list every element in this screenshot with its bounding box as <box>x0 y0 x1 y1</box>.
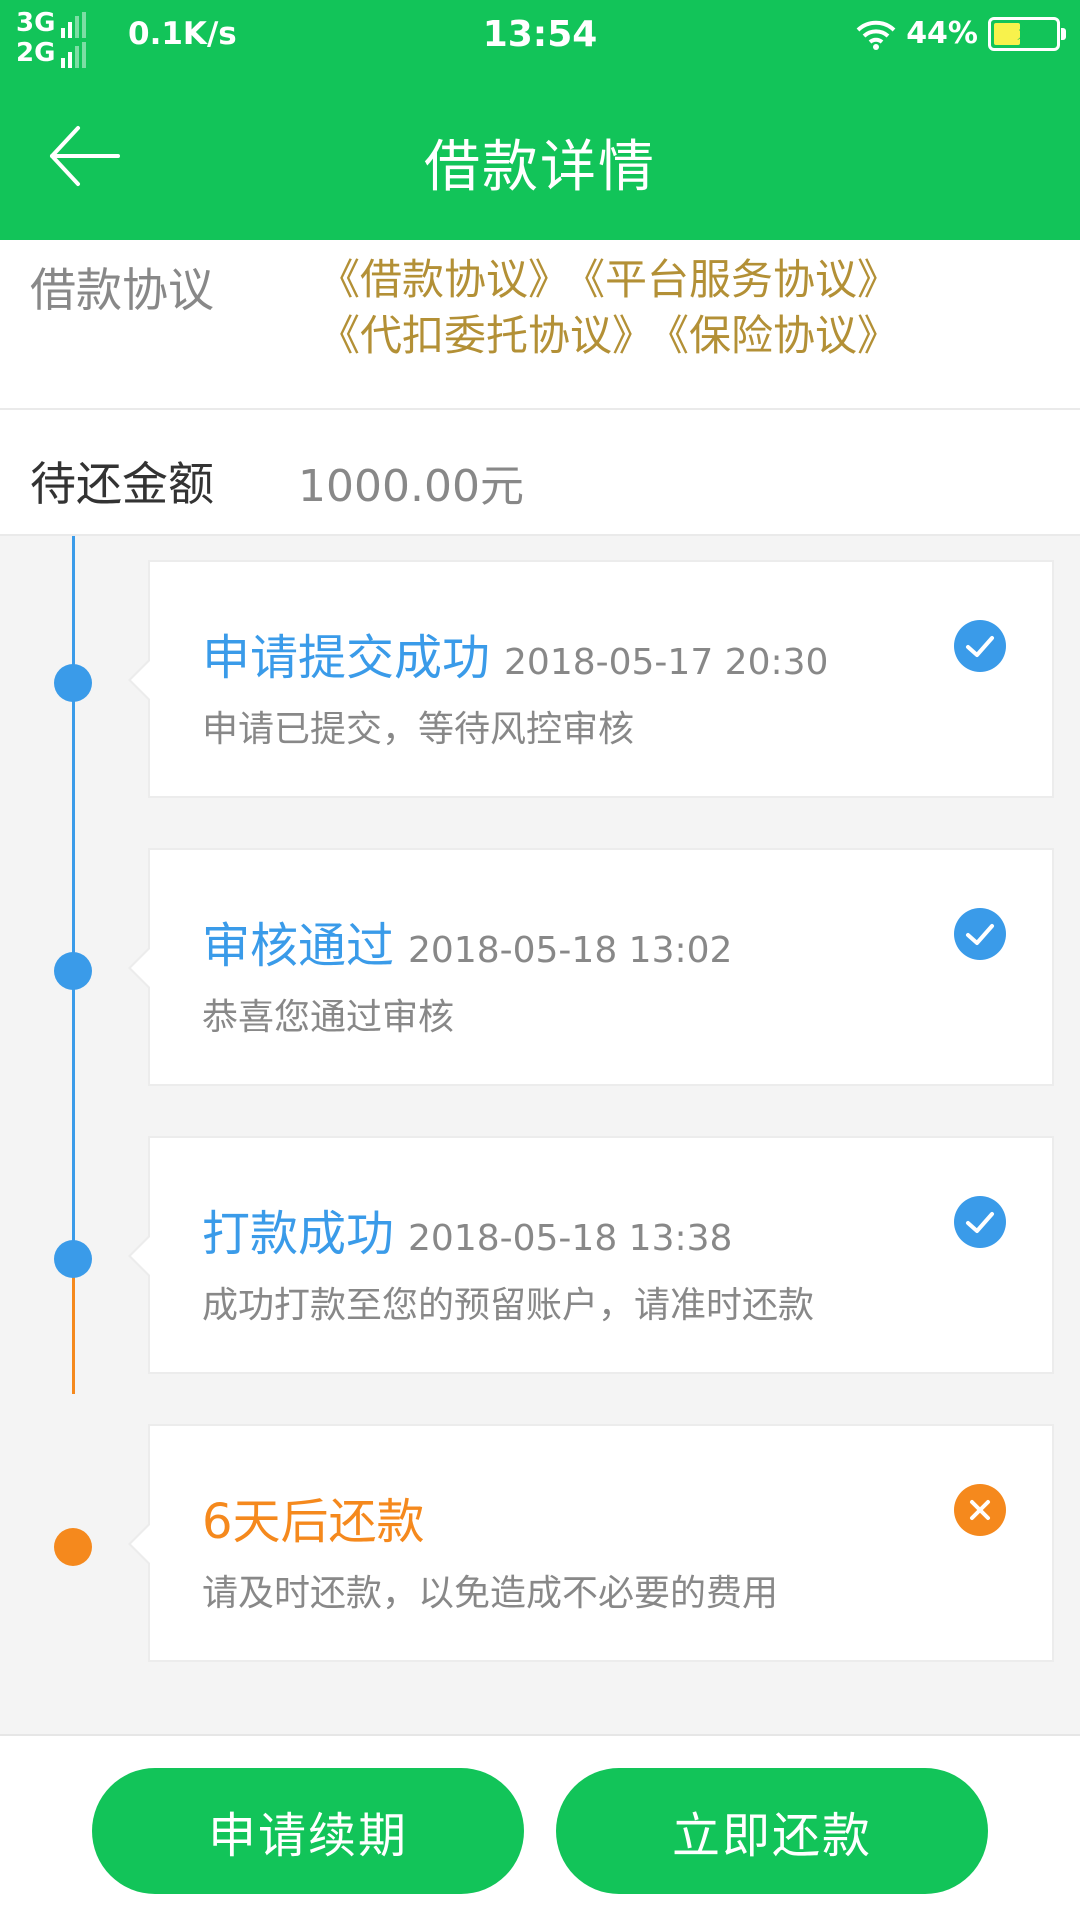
step-description: 恭喜您通过审核 <box>202 997 455 1038</box>
repay-now-button[interactable]: 立即还款 <box>556 1768 988 1894</box>
step-date: 2018-05-18 13:38 <box>408 1218 733 1259</box>
agreement-links: 《借款协议》 《平台服务协议》 《代扣委托协议》 《保险协议》 <box>318 252 1038 364</box>
bottom-action-bar: 申请续期 立即还款 <box>0 1734 1080 1920</box>
agreement-link-insurance[interactable]: 《保险协议》 <box>668 311 899 360</box>
step-date: 2018-05-18 13:02 <box>408 930 733 971</box>
amount-due-label: 待还金额 <box>30 457 214 511</box>
timeline-dot <box>54 664 92 702</box>
timeline-dot <box>54 1240 92 1278</box>
timeline-dot <box>54 952 92 990</box>
apply-renewal-button[interactable]: 申请续期 <box>92 1768 524 1894</box>
timeline-line-done <box>72 536 75 1244</box>
status-right: 44% ⚡ <box>856 16 1066 51</box>
amount-due-value: 1000.00元 <box>298 461 524 512</box>
battery-percent: 44% <box>906 16 978 51</box>
agreement-link-withholding[interactable]: 《代扣委托协议》 <box>318 311 654 360</box>
app-bar: 借款详情 <box>0 76 1080 240</box>
step-description: 成功打款至您的预留账户，请准时还款 <box>202 1285 815 1326</box>
charging-icon: ⚡ <box>1015 17 1033 46</box>
step-description: 申请已提交，等待风控审核 <box>202 709 635 750</box>
amount-due-row: 待还金额 1000.00元 <box>0 410 1080 536</box>
agreement-link-platform-service[interactable]: 《平台服务协议》 <box>584 255 899 304</box>
check-icon <box>954 1196 1006 1248</box>
step-title: 申请提交成功 <box>202 630 491 686</box>
timeline-step-submitted: 申请提交成功 2018-05-17 20:30 申请已提交，等待风控审核 <box>128 560 1054 798</box>
timeline-step-approved: 审核通过 2018-05-18 13:02 恭喜您通过审核 <box>128 848 1054 1086</box>
status-bar: 3G 2G 0.1K/s 13:54 44% ⚡ <box>0 0 1080 76</box>
wifi-icon <box>856 20 896 50</box>
step-title: 审核通过 <box>202 918 395 974</box>
timeline-dot <box>54 1528 92 1566</box>
step-title: 6天后还款 <box>202 1494 425 1550</box>
timeline-step-disbursed: 打款成功 2018-05-18 13:38 成功打款至您的预留账户，请准时还款 <box>128 1136 1054 1374</box>
check-icon <box>954 908 1006 960</box>
agreements-label: 借款协议 <box>30 263 214 317</box>
close-icon <box>954 1484 1006 1536</box>
battery-icon: ⚡ <box>988 16 1066 51</box>
page-title: 借款详情 <box>424 135 656 200</box>
agreement-link-loan[interactable]: 《借款协议》 <box>318 255 570 304</box>
timeline-step-repay-due: 6天后还款 请及时还款，以免造成不必要的费用 <box>128 1424 1054 1662</box>
loan-progress-timeline: 申请提交成功 2018-05-17 20:30 申请已提交，等待风控审核 审核通过… <box>0 536 1080 1734</box>
step-date: 2018-05-17 20:30 <box>504 642 829 683</box>
step-description: 请及时还款，以免造成不必要的费用 <box>202 1573 779 1614</box>
check-icon <box>954 620 1006 672</box>
agreements-section: 借款协议 《借款协议》 《平台服务协议》 《代扣委托协议》 《保险协议》 <box>0 240 1080 410</box>
step-title: 打款成功 <box>202 1206 395 1262</box>
